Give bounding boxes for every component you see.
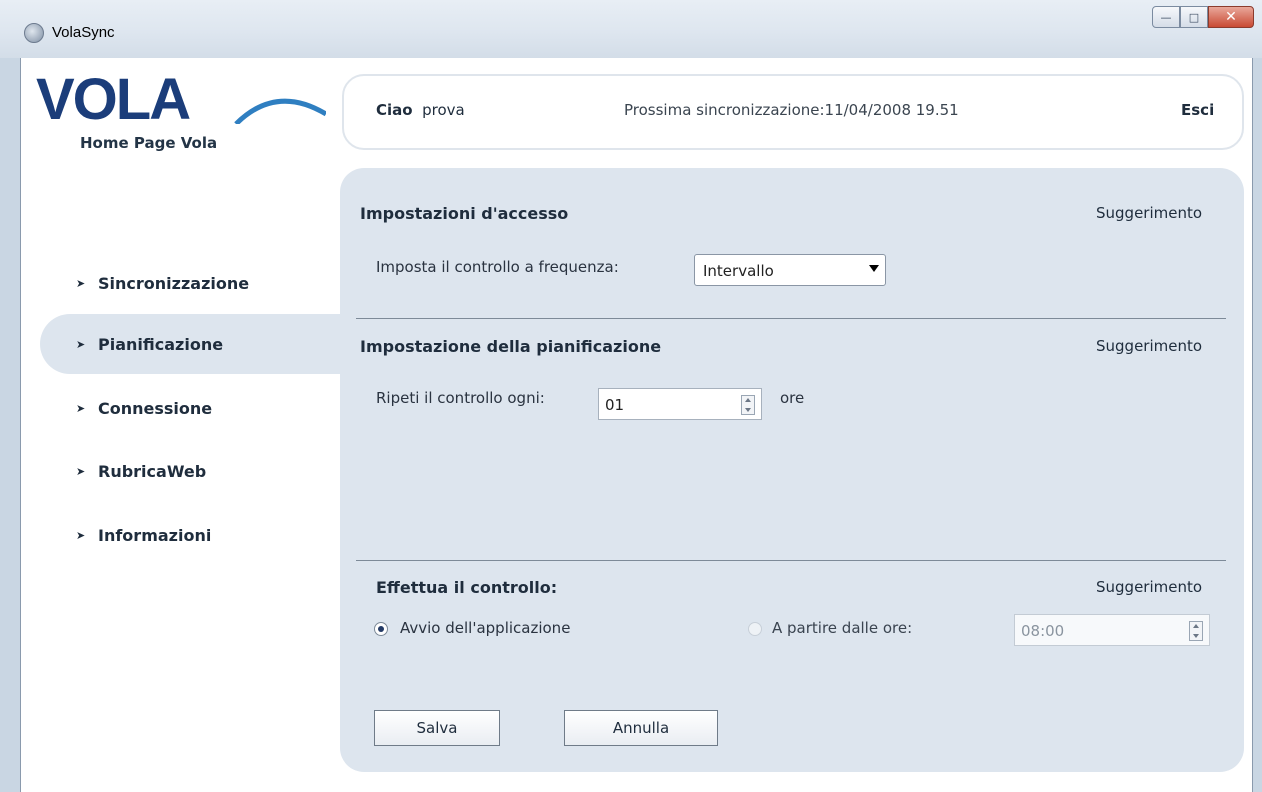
from-time-field[interactable]: 08:00 [1014,614,1210,646]
schedule-hint-link[interactable]: Suggerimento [1096,337,1202,355]
close-icon: ✕ [1225,9,1237,25]
stepper-arrows-icon[interactable] [741,395,755,415]
schedule-section-title: Impostazione della pianificazione [360,337,662,356]
frequency-value: Intervallo [703,262,774,280]
nav-item-informazioni[interactable]: ➤ Informazioni [40,505,350,565]
nav-item-label: RubricaWeb [98,461,207,481]
next-sync-text: Prossima sincronizzazione:11/04/2008 19.… [624,101,959,119]
logo-text: VOLA [36,74,190,124]
check-section-title: Effettua il controllo: [376,578,558,597]
nav-item-label: Connessione [98,398,213,418]
nav-item-pianificazione[interactable]: ➤ Pianificazione [40,314,350,374]
cancel-button[interactable]: Annulla [564,710,718,746]
repeat-value: 01 [605,396,625,414]
nav-item-label: Informazioni [98,525,212,545]
username: prova [422,101,465,119]
nav-item-connessione[interactable]: ➤ Connessione [40,378,350,438]
close-button[interactable]: ✕ [1208,6,1254,28]
chevron-right-icon: ➤ [76,464,86,478]
minimize-icon: — [1160,10,1172,24]
nav-item-label: Pianificazione [98,334,224,354]
app-window: VolaSync — □ ✕ VOLA Home Page Vola Ciao … [0,0,1262,792]
greeting-label: Ciao [376,101,413,119]
check-hint-link[interactable]: Suggerimento [1096,578,1202,596]
from-time-value: 08:00 [1021,622,1065,640]
repeat-label: Ripeti il controllo ogni: [376,389,545,407]
nav-item-rubricaweb[interactable]: ➤ RubricaWeb [40,441,350,501]
chevron-right-icon: ➤ [76,337,86,351]
chevron-right-icon: ➤ [76,401,86,415]
startup-radio[interactable] [374,622,388,636]
chevron-right-icon: ➤ [76,276,86,290]
home-page-link[interactable]: Home Page Vola [80,134,217,152]
access-hint-link[interactable]: Suggerimento [1096,204,1202,222]
section-divider [356,318,1226,319]
save-button[interactable]: Salva [374,710,500,746]
nav-item-label: Sincronizzazione [98,273,250,293]
startup-option-label[interactable]: Avvio dell'applicazione [400,619,570,637]
section-divider [356,560,1226,561]
maximize-button[interactable]: □ [1180,6,1208,28]
app-icon [24,23,44,43]
from-time-radio[interactable] [748,622,762,636]
repeat-unit: ore [780,389,805,407]
chevron-right-icon: ➤ [76,528,86,542]
minimize-button[interactable]: — [1152,6,1180,28]
repeat-stepper[interactable]: 01 [598,388,762,420]
logout-link[interactable]: Esci [1181,101,1214,119]
from-time-option-label[interactable]: A partire dalle ore: [772,619,912,637]
access-section-title: Impostazioni d'accesso [360,204,569,223]
frequency-label: Imposta il controllo a frequenza: [376,258,619,276]
stepper-arrows-icon[interactable] [1189,621,1203,641]
frequency-select[interactable]: Intervallo [694,254,886,286]
vola-logo: VOLA [36,74,326,124]
chevron-down-icon [869,265,879,272]
title-bar[interactable]: VolaSync — □ ✕ [0,0,1262,58]
window-title: VolaSync [52,24,115,41]
window-controls: — □ ✕ [1152,6,1254,30]
maximize-icon: □ [1188,10,1200,24]
nav-item-sincronizzazione[interactable]: ➤ Sincronizzazione [40,253,350,313]
greeting: Ciao prova [376,101,465,119]
